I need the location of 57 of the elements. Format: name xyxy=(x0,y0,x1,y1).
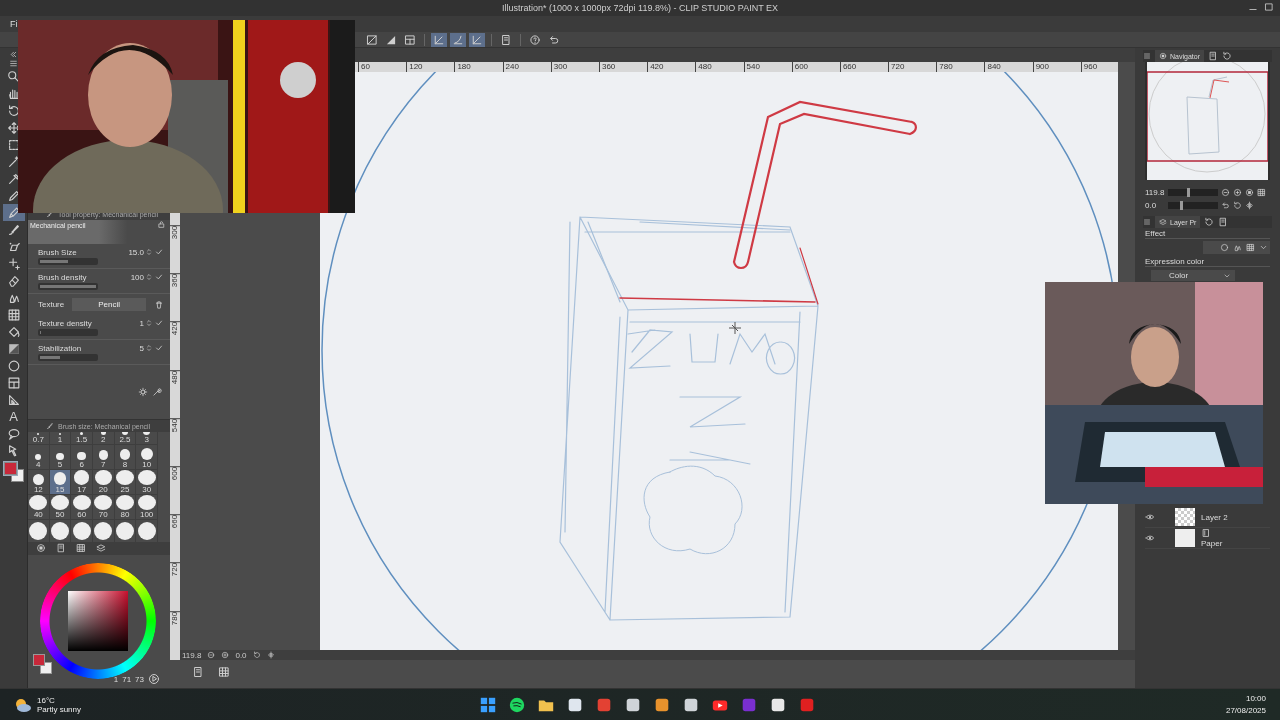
brush-size-option[interactable]: 1 xyxy=(49,432,72,445)
zoom-value: 119.8 xyxy=(1145,188,1165,197)
brush-size-option[interactable]: 17 xyxy=(71,470,93,495)
menu-item[interactable]: Fi xyxy=(10,19,18,29)
brush-size-option[interactable]: 10 xyxy=(136,445,158,470)
clock-time: 10:00 xyxy=(1244,692,1266,705)
setting-value: 15.0 xyxy=(128,247,144,257)
setting-value: 100 xyxy=(130,272,144,282)
layer-name: Layer 2 xyxy=(1201,512,1228,522)
ruler-label: 420 xyxy=(170,321,180,370)
ruler-label: 600 xyxy=(170,465,180,515)
brush-size-option[interactable]: 3 xyxy=(136,432,158,445)
color-value: 1 xyxy=(113,674,119,684)
brush-size-option[interactable]: 4 xyxy=(28,445,50,470)
angle-value: 0.0 xyxy=(1145,201,1158,210)
setting-label: Stabilization xyxy=(38,343,82,353)
color-value: 71 xyxy=(122,674,132,684)
color-value: 73 xyxy=(135,674,144,684)
setting-value: 1 xyxy=(139,318,144,328)
setting-label: Brush density xyxy=(38,272,87,282)
brush-size-option[interactable]: 2 xyxy=(93,432,115,445)
section-label: Expression color xyxy=(1145,256,1270,267)
layer-row[interactable]: Layer 2 xyxy=(1145,507,1270,528)
brush-size-option[interactable]: 50 xyxy=(49,495,72,520)
brush-size-option[interactable]: 80 xyxy=(114,495,137,520)
brush-size-option[interactable]: 7 xyxy=(93,445,115,470)
layer-name: Paper xyxy=(1201,539,1223,548)
temperature: 16°C xyxy=(37,695,56,705)
zoom-value: 119.8 xyxy=(182,650,202,660)
brush-size-option[interactable]: 0.7 xyxy=(28,432,50,445)
brush-size-option[interactable]: 15 xyxy=(49,470,72,495)
setting-value: 5 xyxy=(139,343,144,353)
texture-button[interactable]: Pencil xyxy=(72,298,146,311)
weather-text: Partly sunny xyxy=(37,704,82,714)
ruler-label: 540 xyxy=(170,417,180,466)
brush-size-option[interactable]: 1.5 xyxy=(71,432,93,445)
ruler-label: 360 xyxy=(170,273,180,322)
brush-size-option[interactable]: 8 xyxy=(114,445,137,470)
window-title: Illustration* (1000 x 1000px 72dpi 119.8%) - CLIP STUDIO PAINT EX xyxy=(502,3,778,13)
clock-date: 27/08/2025 xyxy=(1225,704,1266,717)
section-label: Effect xyxy=(1145,228,1270,239)
angle-value: 0.0 xyxy=(235,650,247,660)
brush-size-option[interactable]: 6 xyxy=(71,445,93,470)
ruler-label: 720 xyxy=(170,562,180,611)
ruler-label: 300 xyxy=(170,225,180,274)
setting-label: Texture xyxy=(38,300,65,309)
setting-label: Texture density xyxy=(38,318,92,328)
text-tool-icon[interactable]: A xyxy=(9,410,18,423)
brush-size-option[interactable]: 2.5 xyxy=(114,432,137,445)
brush-size-option[interactable]: 25 xyxy=(114,470,137,495)
ruler-label: 660 xyxy=(170,514,180,563)
setting-label: Brush Size xyxy=(38,247,77,257)
ruler-label: 480 xyxy=(170,369,180,418)
brush-size-option[interactable]: 12 xyxy=(28,470,50,495)
brush-size-option[interactable]: 20 xyxy=(93,470,115,495)
layer-row[interactable]: Paper xyxy=(1145,528,1270,549)
color-dropdown[interactable]: Color xyxy=(1151,270,1235,281)
